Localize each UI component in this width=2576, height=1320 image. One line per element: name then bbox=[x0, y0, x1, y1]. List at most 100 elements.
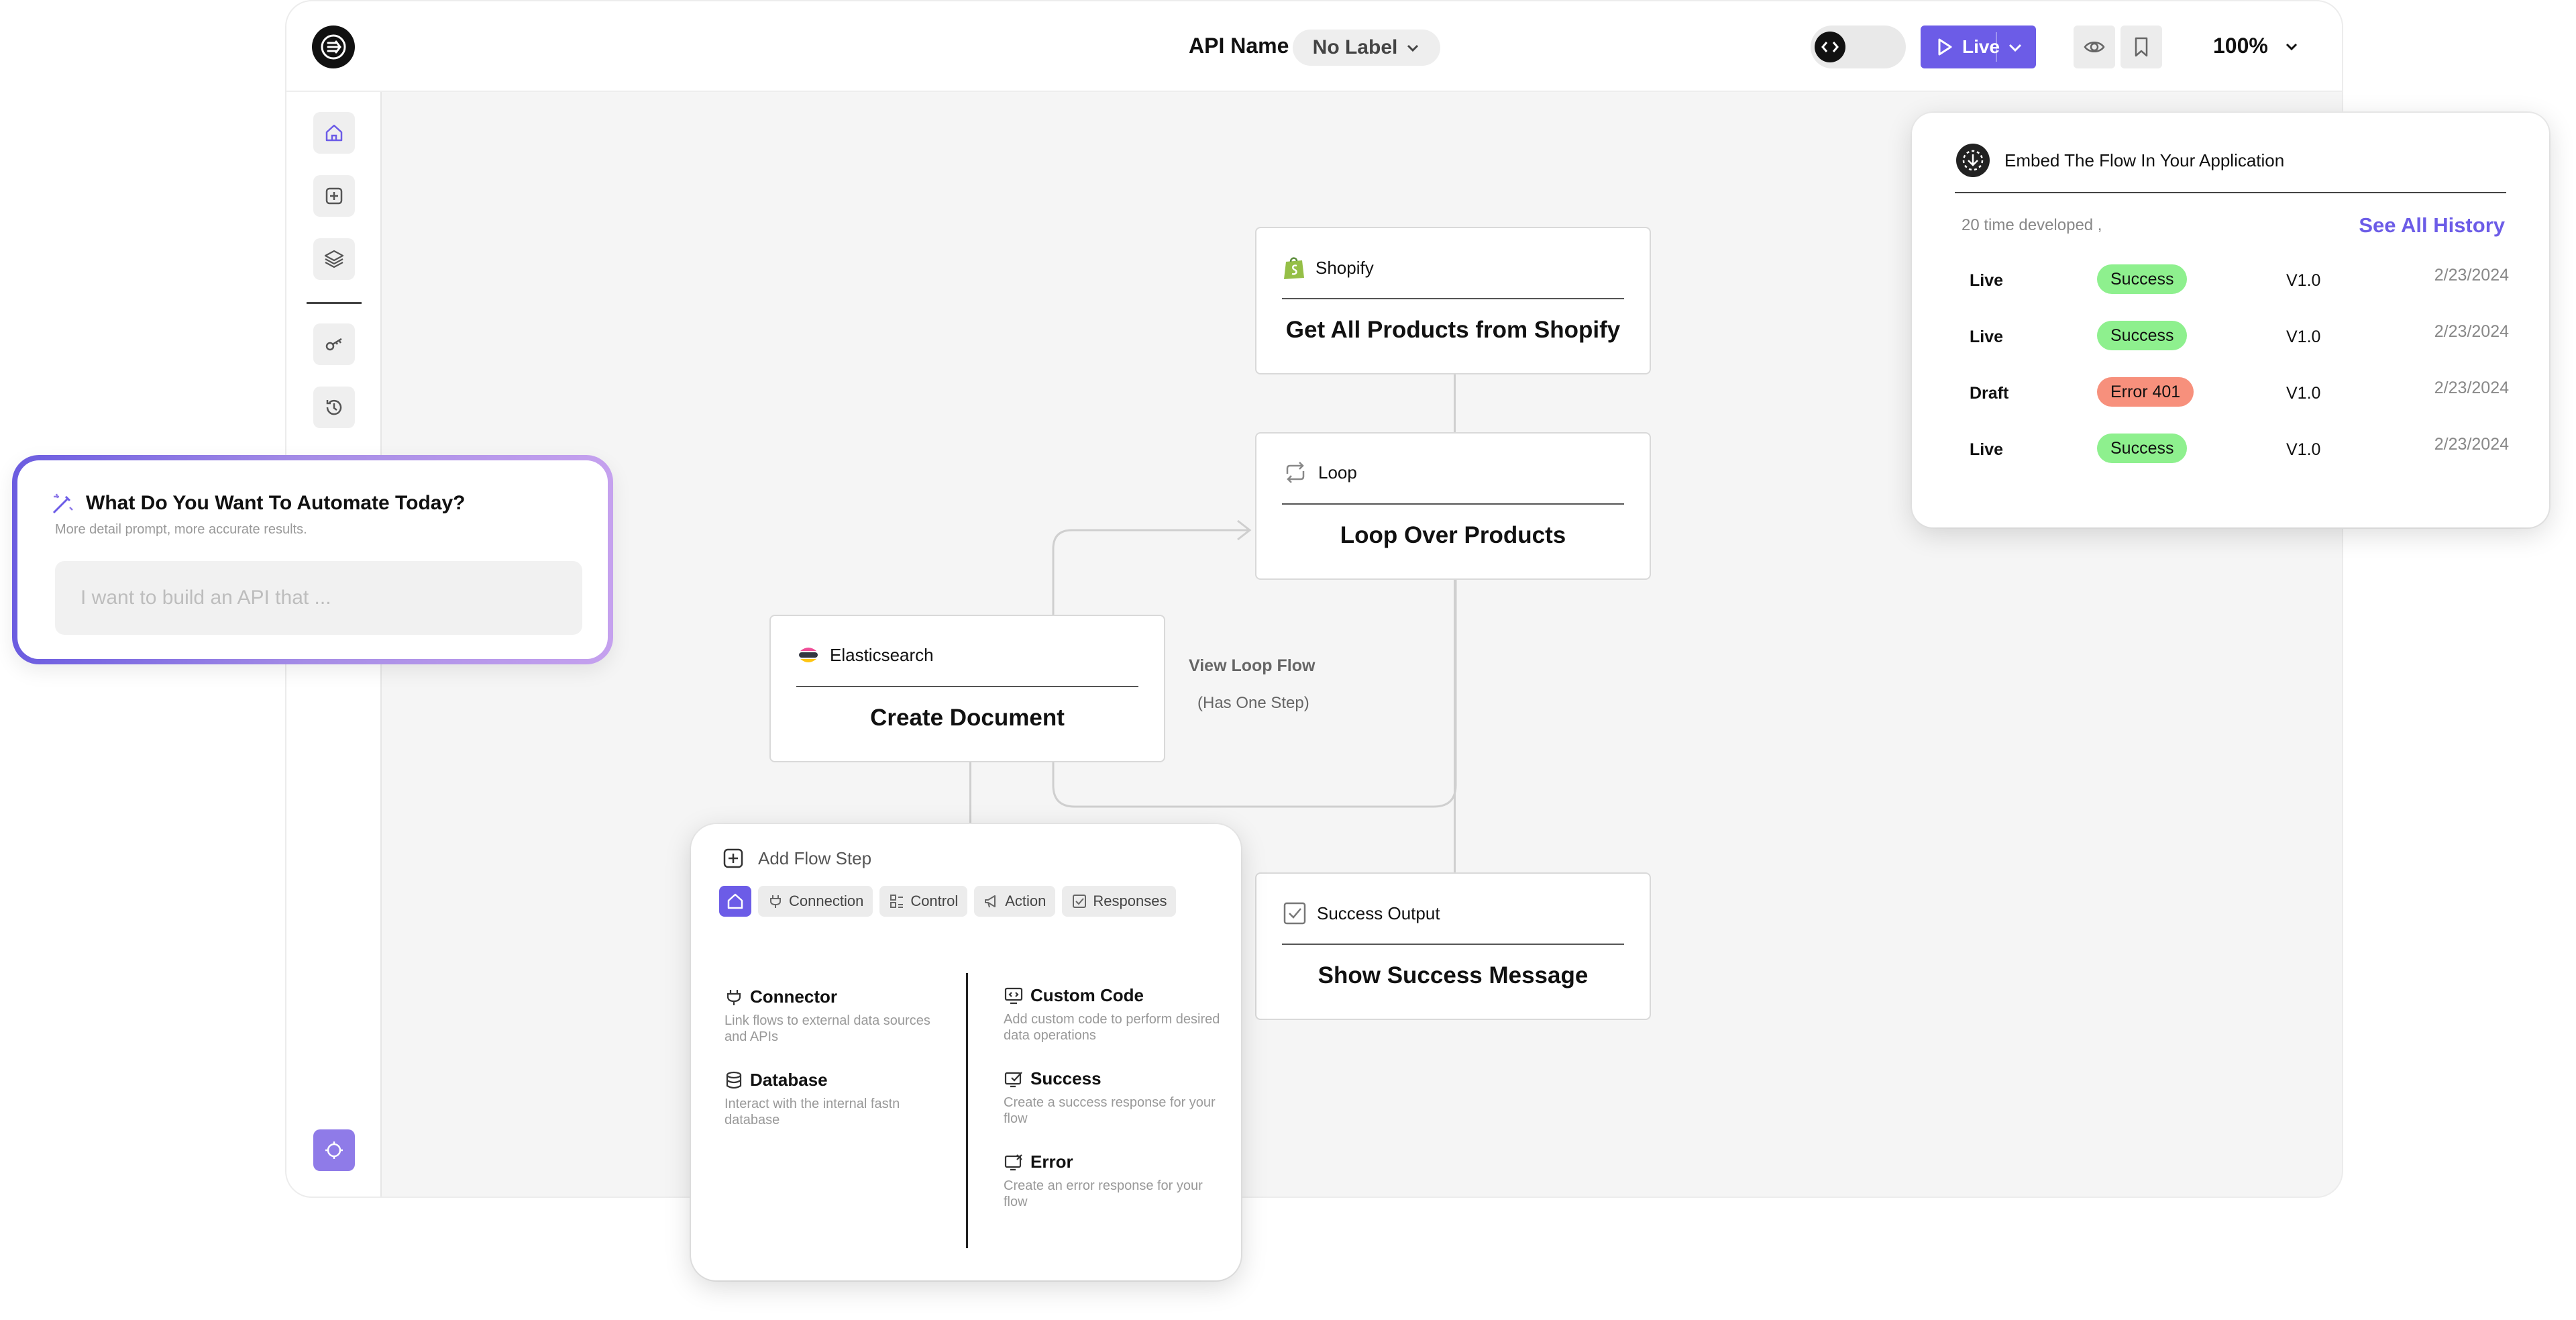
zoom-value: 100% bbox=[2213, 34, 2268, 58]
monitor-check-icon bbox=[1004, 1071, 1022, 1087]
node-divider bbox=[796, 686, 1138, 687]
history-row[interactable]: Live Success V1.0 2/23/2024 bbox=[1970, 263, 2509, 297]
option-error[interactable]: Error Create an error response for your … bbox=[1004, 1152, 1225, 1210]
developed-count: 20 time developed , bbox=[1962, 216, 2102, 234]
app-logo[interactable] bbox=[312, 26, 355, 68]
chevron-down-icon[interactable] bbox=[2006, 39, 2024, 56]
embed-header: Embed The Flow In Your Application bbox=[1955, 142, 2284, 179]
code-view-toggle[interactable] bbox=[1811, 26, 1906, 68]
live-button[interactable]: Live bbox=[1921, 26, 2036, 68]
option-description: Link flows to external data sources and … bbox=[724, 1013, 930, 1044]
status-badge: Error 401 bbox=[2097, 377, 2194, 407]
history-date: 2/23/2024 bbox=[2434, 322, 2509, 341]
option-success[interactable]: Success Create a success response for yo… bbox=[1004, 1068, 1225, 1127]
embed-icon bbox=[1956, 144, 1990, 177]
node-shopify[interactable]: Shopify Get All Products from Shopify bbox=[1255, 227, 1651, 374]
response-icon bbox=[1073, 895, 1087, 908]
chevron-down-icon bbox=[1407, 44, 1419, 52]
logo-icon bbox=[321, 34, 346, 60]
sidebar-item-add[interactable] bbox=[313, 175, 355, 217]
preview-button[interactable] bbox=[2074, 26, 2115, 68]
node-success-header: Success Output bbox=[1282, 901, 1440, 926]
tab-connection[interactable]: Connection bbox=[758, 886, 873, 917]
history-status: Draft bbox=[1970, 384, 2009, 403]
option-title: Custom Code bbox=[1030, 985, 1144, 1005]
top-bar: API Name No Label Live 100% bbox=[286, 1, 2342, 92]
node-shopify-header: Shopify bbox=[1282, 255, 1374, 281]
tab-responses[interactable]: Responses bbox=[1062, 886, 1177, 917]
history-row[interactable]: Live Success V1.0 2/23/2024 bbox=[1970, 432, 2509, 466]
home-icon bbox=[325, 124, 343, 142]
sidebar-item-ai[interactable] bbox=[313, 1129, 355, 1171]
node-success-output[interactable]: Success Output Show Success Message bbox=[1255, 872, 1651, 1020]
node-elasticsearch[interactable]: Elasticsearch Create Document bbox=[769, 615, 1165, 762]
option-connector[interactable]: Connector Link flows to external data so… bbox=[724, 986, 946, 1045]
history-version: V1.0 bbox=[2286, 384, 2321, 403]
status-badge: Success bbox=[2097, 321, 2188, 350]
bookmark-icon bbox=[2135, 37, 2148, 57]
plug-icon bbox=[770, 895, 781, 908]
node-service-label: Elasticsearch bbox=[830, 644, 934, 665]
key-icon bbox=[325, 338, 342, 351]
plug-icon bbox=[727, 989, 741, 1005]
node-service-label: Shopify bbox=[1316, 257, 1374, 278]
sidebar-item-history[interactable] bbox=[313, 387, 355, 428]
automate-title-row: What Do You Want To Automate Today? bbox=[50, 490, 466, 517]
sidebar-item-keys[interactable] bbox=[313, 323, 355, 365]
zoom-selector[interactable]: 100% bbox=[2213, 34, 2299, 58]
add-flow-tabs: Connection Control Action Responses bbox=[719, 886, 1177, 917]
history-row[interactable]: Draft Error 401 V1.0 2/23/2024 bbox=[1970, 376, 2509, 409]
loop-flow-note: (Has One Step) bbox=[1197, 694, 1309, 712]
node-title: Loop Over Products bbox=[1340, 522, 1566, 548]
history-status: Live bbox=[1970, 440, 2004, 459]
history-row[interactable]: Live Success V1.0 2/23/2024 bbox=[1970, 319, 2509, 353]
history-status: Live bbox=[1970, 327, 2004, 346]
automate-subtitle: More detail prompt, more accurate result… bbox=[55, 522, 307, 537]
node-elasticsearch-header: Elasticsearch bbox=[796, 643, 934, 667]
bookmark-button[interactable] bbox=[2121, 26, 2162, 68]
play-icon bbox=[1938, 38, 1952, 56]
option-description: Create a success response for your flow bbox=[1004, 1095, 1216, 1126]
option-database[interactable]: Database Interact with the internal fast… bbox=[724, 1070, 946, 1128]
code-icon bbox=[1815, 32, 1845, 62]
label-selector[interactable]: No Label bbox=[1293, 30, 1440, 66]
see-all-history-link[interactable]: See All History bbox=[2359, 213, 2505, 238]
history-date: 2/23/2024 bbox=[2434, 435, 2509, 454]
option-custom-code[interactable]: Custom Code Add custom code to perform d… bbox=[1004, 985, 1225, 1044]
add-flow-step-panel: Add Flow Step Connection Control Action … bbox=[691, 824, 1241, 1280]
option-title: Error bbox=[1030, 1152, 1073, 1172]
node-title: Show Success Message bbox=[1318, 962, 1589, 988]
live-button-label: Live bbox=[1962, 36, 2000, 57]
plus-square-icon bbox=[723, 848, 743, 868]
option-title: Database bbox=[750, 1070, 828, 1090]
label-selector-value: No Label bbox=[1312, 36, 1398, 58]
node-divider bbox=[1282, 503, 1624, 505]
history-version: V1.0 bbox=[2286, 440, 2321, 459]
history-date: 2/23/2024 bbox=[2434, 378, 2509, 397]
tab-label: Control bbox=[910, 893, 959, 909]
sidebar-item-layers[interactable] bbox=[313, 238, 355, 280]
control-icon bbox=[890, 895, 904, 908]
option-description: Create an error response for your flow bbox=[1004, 1178, 1203, 1209]
embed-title: Embed The Flow In Your Application bbox=[2004, 150, 2285, 170]
history-icon bbox=[326, 399, 342, 415]
tab-control[interactable]: Control bbox=[879, 886, 968, 917]
elasticsearch-icon bbox=[799, 648, 818, 662]
embed-divider bbox=[1955, 192, 2506, 193]
tab-action[interactable]: Action bbox=[974, 886, 1056, 917]
ai-sparkle-icon bbox=[325, 1141, 343, 1159]
monitor-code-icon bbox=[1004, 987, 1023, 1004]
history-date: 2/23/2024 bbox=[2434, 266, 2509, 285]
tab-home[interactable] bbox=[719, 886, 751, 917]
node-loop[interactable]: Loop Loop Over Products bbox=[1255, 432, 1651, 580]
automate-title: What Do You Want To Automate Today? bbox=[86, 492, 466, 514]
chevron-down-icon bbox=[2286, 43, 2297, 50]
automate-card-body: What Do You Want To Automate Today? More… bbox=[17, 460, 608, 659]
view-loop-flow-link[interactable]: View Loop Flow bbox=[1189, 656, 1315, 676]
automate-prompt-input[interactable] bbox=[55, 561, 582, 635]
live-button-divider bbox=[1996, 32, 1997, 62]
history-version: V1.0 bbox=[2286, 271, 2321, 290]
sidebar-item-home[interactable] bbox=[313, 112, 355, 154]
node-title: Get All Products from Shopify bbox=[1285, 317, 1621, 343]
status-badge: Success bbox=[2097, 434, 2188, 463]
